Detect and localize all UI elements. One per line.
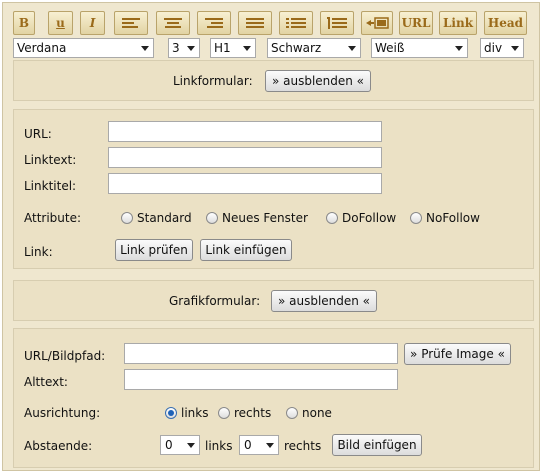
align-left-label: links [181, 406, 209, 420]
font-select-value: Verdana [17, 41, 67, 55]
italic-button[interactable]: I [80, 11, 105, 35]
text-color-select[interactable]: Schwarz [267, 38, 361, 58]
attr-standard-label: Standard [137, 211, 192, 225]
link-form-toggle-button[interactable]: » ausblenden « [265, 70, 371, 92]
chevron-down-icon [187, 46, 195, 51]
image-url-label: URL/Bildpfad: [24, 349, 106, 363]
linktitel-label: Linktitel: [24, 179, 77, 193]
bold-button[interactable]: B [13, 11, 35, 35]
url-label: URL: [24, 127, 52, 141]
align-center-button[interactable] [156, 11, 190, 35]
linktext-input[interactable] [108, 147, 382, 168]
align-none-radio[interactable] [286, 407, 298, 419]
heading-select-value: H1 [214, 41, 231, 55]
insert-link-button[interactable]: Link einfügen [200, 239, 292, 261]
image-form-title: Grafikformular: [169, 294, 261, 308]
attr-new-window-label: Neues Fenster [222, 211, 308, 225]
block-select[interactable]: div [480, 38, 524, 58]
url-button-label: URL [401, 16, 431, 30]
bg-color-select[interactable]: Weiß [371, 38, 468, 58]
url-button[interactable]: URL [399, 11, 433, 35]
align-right-icon [205, 18, 223, 28]
heading-select[interactable]: H1 [210, 38, 256, 58]
chevron-down-icon [511, 46, 519, 51]
numbered-list-icon [327, 16, 347, 29]
attr-dofollow-radio[interactable] [326, 212, 338, 224]
head-button[interactable]: Head [484, 11, 527, 35]
attribute-label: Attribute: [24, 211, 82, 225]
justify-icon [246, 18, 264, 28]
size-select-value: 3 [172, 41, 180, 55]
left-spacing-label: links [205, 439, 233, 453]
left-spacing-value: 0 [165, 438, 173, 452]
spacing-label: Abstaende: [24, 439, 93, 453]
alignment-label: Ausrichtung: [24, 406, 101, 420]
left-spacing-select[interactable]: 0 [160, 435, 200, 455]
head-button-label: Head [487, 16, 524, 30]
attr-new-window-radio[interactable] [206, 212, 218, 224]
bullet-list-icon [286, 17, 306, 28]
image-form: URL/Bildpfad: » Prüfe Image « Alttext: A… [13, 328, 534, 468]
justify-button[interactable] [238, 11, 272, 35]
check-image-button[interactable]: » Prüfe Image « [404, 343, 511, 365]
right-spacing-select[interactable]: 0 [239, 435, 279, 455]
chevron-down-icon [455, 46, 463, 51]
align-left-radio[interactable] [165, 407, 177, 419]
chevron-down-icon [187, 443, 195, 448]
bg-color-select-value: Weiß [375, 41, 405, 55]
bold-icon: B [18, 16, 30, 30]
image-form-header: Grafikformular: » ausblenden « [13, 280, 534, 321]
align-left-icon [122, 18, 140, 28]
underline-button[interactable]: u [48, 11, 73, 35]
bullet-list-button[interactable] [279, 11, 313, 35]
align-right-radio[interactable] [218, 407, 230, 419]
align-left-button[interactable] [114, 11, 148, 35]
block-select-value: div [484, 41, 503, 55]
attr-dofollow-label: DoFollow [342, 211, 397, 225]
right-spacing-label: rechts [284, 439, 322, 453]
chevron-down-icon [266, 443, 274, 448]
align-center-icon [164, 18, 182, 28]
underline-icon: u [56, 16, 65, 30]
link-form-header: Linkformular: » ausblenden « [13, 60, 534, 101]
linktitel-input[interactable] [108, 173, 382, 194]
url-input[interactable] [108, 121, 382, 142]
insert-image-submit-button[interactable]: Bild einfügen [332, 434, 422, 456]
attr-standard-radio[interactable] [121, 212, 133, 224]
align-right-label: rechts [234, 406, 272, 420]
image-url-input[interactable] [124, 343, 398, 364]
editor-frame: B u I URL Link Head Verdana 3 H1 Schwarz… [2, 2, 540, 471]
text-color-select-value: Schwarz [271, 41, 322, 55]
size-select[interactable]: 3 [168, 38, 200, 58]
italic-icon: I [89, 16, 96, 30]
font-select[interactable]: Verdana [13, 38, 154, 58]
insert-image-icon [366, 17, 389, 29]
check-link-button[interactable]: Link prüfen [115, 239, 193, 261]
link-button-label: Link [442, 16, 474, 30]
align-none-label: none [302, 406, 332, 420]
right-spacing-value: 0 [244, 438, 252, 452]
link-label: Link: [24, 245, 53, 259]
link-form-title: Linkformular: [173, 74, 253, 88]
align-right-button[interactable] [197, 11, 231, 35]
insert-image-button[interactable] [361, 11, 393, 35]
linktext-label: Linktext: [24, 153, 77, 167]
link-button[interactable]: Link [439, 11, 477, 35]
chevron-down-icon [243, 46, 251, 51]
numbered-list-button[interactable] [320, 11, 354, 35]
link-form: URL: Linktext: Linktitel: Attribute: Sta… [13, 109, 534, 269]
chevron-down-icon [348, 46, 356, 51]
attr-nofollow-radio[interactable] [410, 212, 422, 224]
chevron-down-icon [141, 46, 149, 51]
attr-nofollow-label: NoFollow [426, 211, 480, 225]
alttext-input[interactable] [124, 369, 398, 390]
image-form-toggle-button[interactable]: » ausblenden « [271, 290, 377, 312]
alttext-label: Alttext: [24, 375, 68, 389]
